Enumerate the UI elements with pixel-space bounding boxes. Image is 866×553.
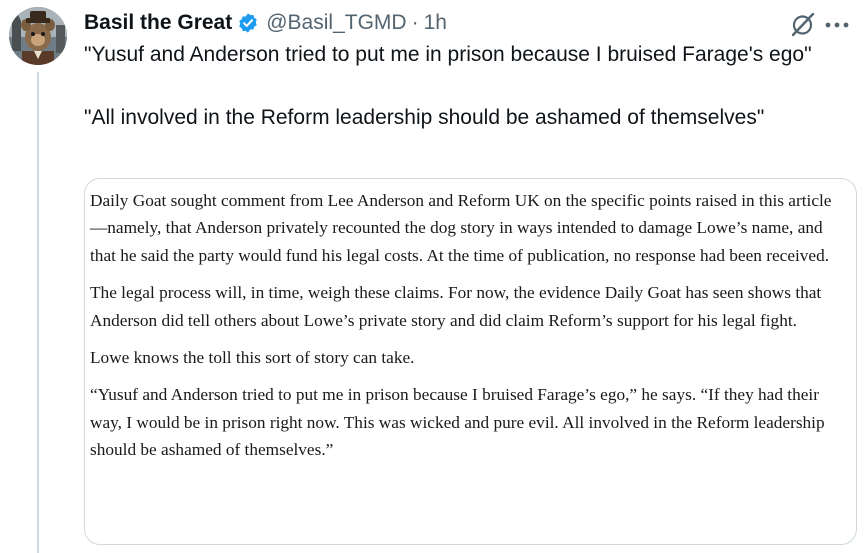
article-paragraph: The legal process will, in time, weigh t…	[90, 283, 822, 330]
display-name[interactable]: Basil the Great	[84, 11, 232, 35]
tweet-paragraph: "Yusuf and Anderson tried to put me in p…	[84, 43, 812, 66]
more-icon[interactable]	[819, 10, 855, 38]
avatar-icon	[9, 7, 67, 65]
tweet-header: Basil the Great @Basil_TGMD · 1h	[84, 8, 447, 38]
article-screenshot-card[interactable]: Daily Goat sought comment from Lee Ander…	[84, 178, 857, 545]
article-paragraph: “Yusuf and Anderson tried to put me in p…	[90, 385, 825, 460]
tweet-text: "Yusuf and Anderson tried to put me in p…	[84, 41, 844, 132]
timestamp[interactable]: 1h	[424, 11, 447, 35]
tweet-paragraph: "All involved in the Reform leadership s…	[84, 106, 765, 129]
thread-line	[37, 72, 39, 553]
article-paragraph: Lowe knows the toll this sort of story c…	[90, 348, 415, 368]
verified-badge-icon	[237, 12, 259, 34]
article-paragraph: Daily Goat sought comment from Lee Ander…	[90, 191, 832, 265]
avatar[interactable]	[9, 7, 67, 65]
author-handle[interactable]: @Basil_TGMD	[266, 11, 406, 35]
grok-icon[interactable]	[789, 11, 816, 38]
header-separator: ·	[411, 11, 419, 34]
